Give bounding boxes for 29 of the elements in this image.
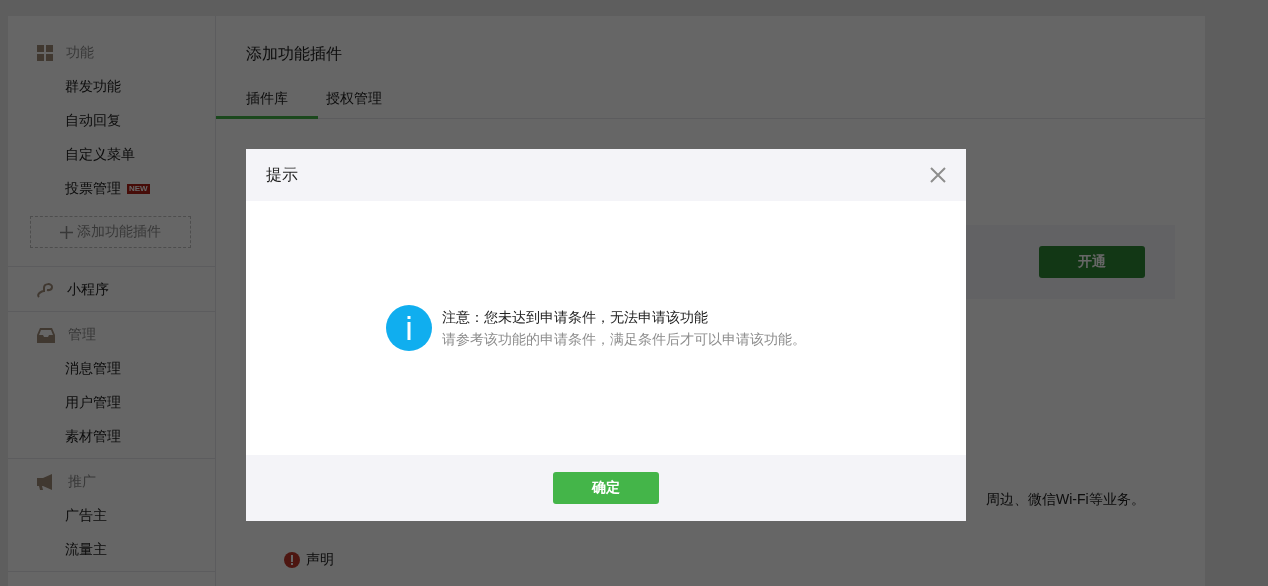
dialog-title: 提示 (266, 164, 298, 185)
sidebar-item[interactable]: 自定义菜单 (65, 146, 135, 164)
confirm-button[interactable]: 确定 (553, 472, 659, 504)
dialog-message: 注意：您未达到申请条件，无法申请该功能 (442, 308, 709, 327)
megaphone-icon (37, 474, 55, 490)
close-button[interactable] (930, 167, 946, 183)
sidebar-item[interactable]: 广告主 (65, 507, 107, 525)
activate-button[interactable]: 开通 (1039, 246, 1145, 278)
tab[interactable]: 插件库 (216, 81, 318, 119)
sidebar-item[interactable]: 投票管理 (65, 180, 121, 198)
tab[interactable]: 授权管理 (318, 81, 412, 119)
description-text: 周边、微信Wi-Fi等业务。 (986, 490, 1146, 509)
inbox-icon (37, 327, 55, 343)
sidebar-item[interactable]: 素材管理 (65, 428, 121, 446)
sidebar-item[interactable]: 用户管理 (65, 394, 121, 412)
grid-icon (37, 45, 53, 61)
sidebar-item[interactable]: 自动回复 (65, 112, 121, 130)
plus-icon (60, 225, 73, 239)
new-badge: NEW (127, 184, 150, 194)
sidebar-item[interactable]: 消息管理 (65, 360, 121, 378)
warning-icon (284, 552, 300, 568)
info-icon (386, 305, 432, 351)
sidebar-section-title[interactable]: 小程序 (67, 281, 109, 299)
sidebar-item[interactable]: 流量主 (65, 541, 107, 559)
sidebar-item[interactable]: 群发功能 (65, 78, 121, 96)
dialog-detail: 请参考该功能的申请条件，满足条件后才可以申请该功能。 (442, 330, 806, 349)
notice-title: 声明 (306, 551, 334, 569)
link-icon (37, 281, 54, 299)
page-title: 添加功能插件 (245, 44, 343, 64)
